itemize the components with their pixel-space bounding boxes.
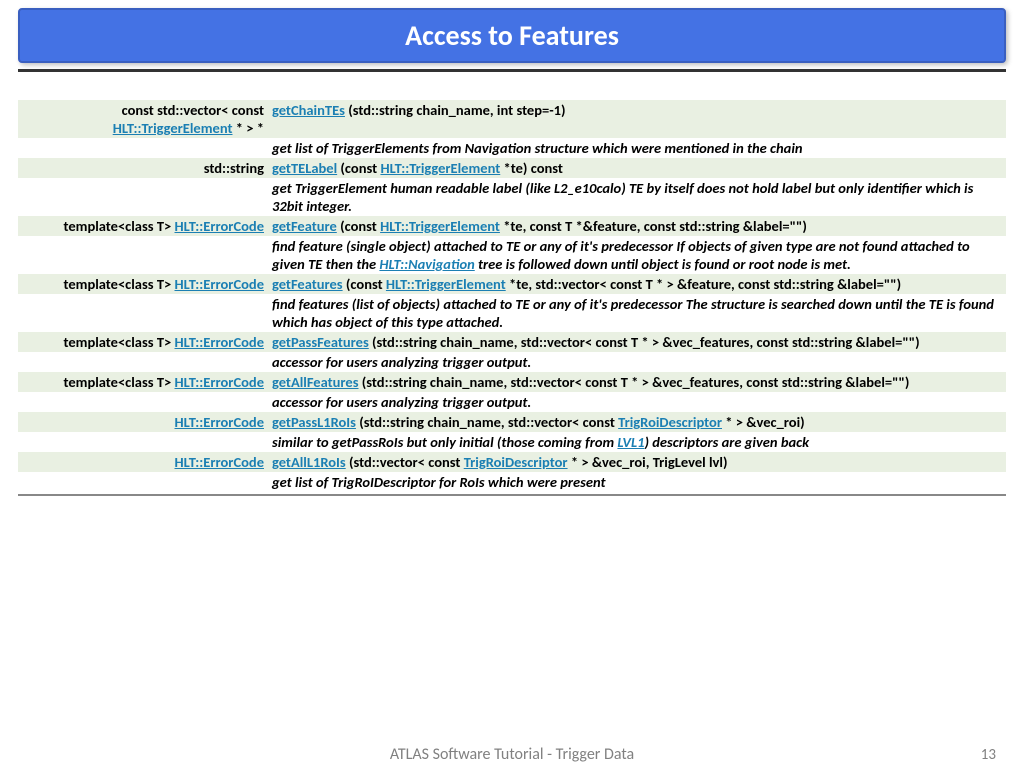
- type-link[interactable]: HLT::ErrorCode: [175, 275, 265, 293]
- api-table: const std::vector< const HLT::TriggerEle…: [18, 100, 1006, 492]
- title-underline: [18, 69, 1006, 72]
- api-desc-row: similar to getPassRoIs but only initial …: [18, 432, 1006, 452]
- signature: getAllFeatures (std::string chain_name, …: [268, 372, 1006, 392]
- type-link[interactable]: HLT::ErrorCode: [175, 373, 265, 391]
- type-link[interactable]: TrigRoiDescriptor: [464, 453, 568, 471]
- table-bottom-rule: [18, 494, 1006, 496]
- api-desc-row: get TriggerElement human readable label …: [18, 178, 1006, 216]
- return-type: template<class T> HLT::ErrorCode: [18, 372, 268, 392]
- return-type: const std::vector< const HLT::TriggerEle…: [18, 100, 268, 138]
- api-row: std::stringgetTELabel (const HLT::Trigge…: [18, 158, 1006, 178]
- api-desc-row: find feature (single object) attached to…: [18, 236, 1006, 274]
- page-number: 13: [981, 746, 996, 764]
- signature: getPassFeatures (std::string chain_name,…: [268, 332, 1006, 352]
- type-link[interactable]: HLT::ErrorCode: [175, 413, 265, 431]
- api-desc-row: get list of TriggerElements from Navigat…: [18, 138, 1006, 158]
- type-link[interactable]: HLT::TriggerElement: [113, 119, 233, 137]
- function-link[interactable]: getPassL1RoIs: [272, 413, 356, 431]
- empty-cell: [18, 392, 268, 412]
- api-table-container: const std::vector< const HLT::TriggerEle…: [18, 100, 1006, 492]
- empty-cell: [18, 472, 268, 492]
- description: accessor for users analyzing trigger out…: [268, 352, 1006, 372]
- empty-cell: [18, 352, 268, 372]
- return-type: HLT::ErrorCode: [18, 452, 268, 472]
- empty-cell: [18, 236, 268, 274]
- return-type: std::string: [18, 158, 268, 178]
- empty-cell: [18, 138, 268, 158]
- api-row: HLT::ErrorCodegetAllL1RoIs (std::vector<…: [18, 452, 1006, 472]
- api-desc-row: accessor for users analyzing trigger out…: [18, 392, 1006, 412]
- type-link[interactable]: HLT::ErrorCode: [175, 217, 265, 235]
- api-desc-row: find features (list of objects) attached…: [18, 294, 1006, 332]
- footer-text: ATLAS Software Tutorial - Trigger Data: [0, 745, 1024, 764]
- page-title: Access to Features: [20, 18, 1004, 53]
- title-bar: Access to Features: [18, 8, 1006, 63]
- api-row: template<class T> HLT::ErrorCodegetFeatu…: [18, 274, 1006, 294]
- type-link[interactable]: HLT::Navigation: [379, 255, 474, 273]
- description: find feature (single object) attached to…: [268, 236, 1006, 274]
- api-desc-row: get list of TrigRoIDescriptor for RoIs w…: [18, 472, 1006, 492]
- description: accessor for users analyzing trigger out…: [268, 392, 1006, 412]
- return-type: template<class T> HLT::ErrorCode: [18, 216, 268, 236]
- type-link[interactable]: HLT::ErrorCode: [175, 333, 265, 351]
- signature: getAllL1RoIs (std::vector< const TrigRoi…: [268, 452, 1006, 472]
- return-type: template<class T> HLT::ErrorCode: [18, 274, 268, 294]
- empty-cell: [18, 294, 268, 332]
- function-link[interactable]: getFeatures: [272, 275, 343, 293]
- signature: getFeature (const HLT::TriggerElement *t…: [268, 216, 1006, 236]
- type-link[interactable]: HLT::ErrorCode: [175, 453, 265, 471]
- api-row: template<class T> HLT::ErrorCodegetFeatu…: [18, 216, 1006, 236]
- description: get TriggerElement human readable label …: [268, 178, 1006, 216]
- function-link[interactable]: getFeature: [272, 217, 337, 235]
- type-link[interactable]: HLT::TriggerElement: [380, 217, 500, 235]
- type-link[interactable]: HLT::TriggerElement: [386, 275, 506, 293]
- signature: getFeatures (const HLT::TriggerElement *…: [268, 274, 1006, 294]
- signature: getPassL1RoIs (std::string chain_name, s…: [268, 412, 1006, 432]
- api-desc-row: accessor for users analyzing trigger out…: [18, 352, 1006, 372]
- function-link[interactable]: getChainTEs: [272, 101, 345, 119]
- signature: getTELabel (const HLT::TriggerElement *t…: [268, 158, 1006, 178]
- api-row: HLT::ErrorCodegetPassL1RoIs (std::string…: [18, 412, 1006, 432]
- description: similar to getPassRoIs but only initial …: [268, 432, 1006, 452]
- empty-cell: [18, 178, 268, 216]
- api-row: const std::vector< const HLT::TriggerEle…: [18, 100, 1006, 138]
- function-link[interactable]: getAllL1RoIs: [272, 453, 346, 471]
- empty-cell: [18, 432, 268, 452]
- function-link[interactable]: getTELabel: [272, 159, 337, 177]
- return-type: HLT::ErrorCode: [18, 412, 268, 432]
- type-link[interactable]: HLT::TriggerElement: [380, 159, 500, 177]
- type-link[interactable]: TrigRoiDescriptor: [618, 413, 722, 431]
- type-link[interactable]: LVL1: [617, 433, 644, 451]
- function-link[interactable]: getAllFeatures: [272, 373, 359, 391]
- api-row: template<class T> HLT::ErrorCodegetAllFe…: [18, 372, 1006, 392]
- return-type: template<class T> HLT::ErrorCode: [18, 332, 268, 352]
- description: find features (list of objects) attached…: [268, 294, 1006, 332]
- api-row: template<class T> HLT::ErrorCodegetPassF…: [18, 332, 1006, 352]
- function-link[interactable]: getPassFeatures: [272, 333, 369, 351]
- description: get list of TriggerElements from Navigat…: [268, 138, 1006, 158]
- description: get list of TrigRoIDescriptor for RoIs w…: [268, 472, 1006, 492]
- signature: getChainTEs (std::string chain_name, int…: [268, 100, 1006, 138]
